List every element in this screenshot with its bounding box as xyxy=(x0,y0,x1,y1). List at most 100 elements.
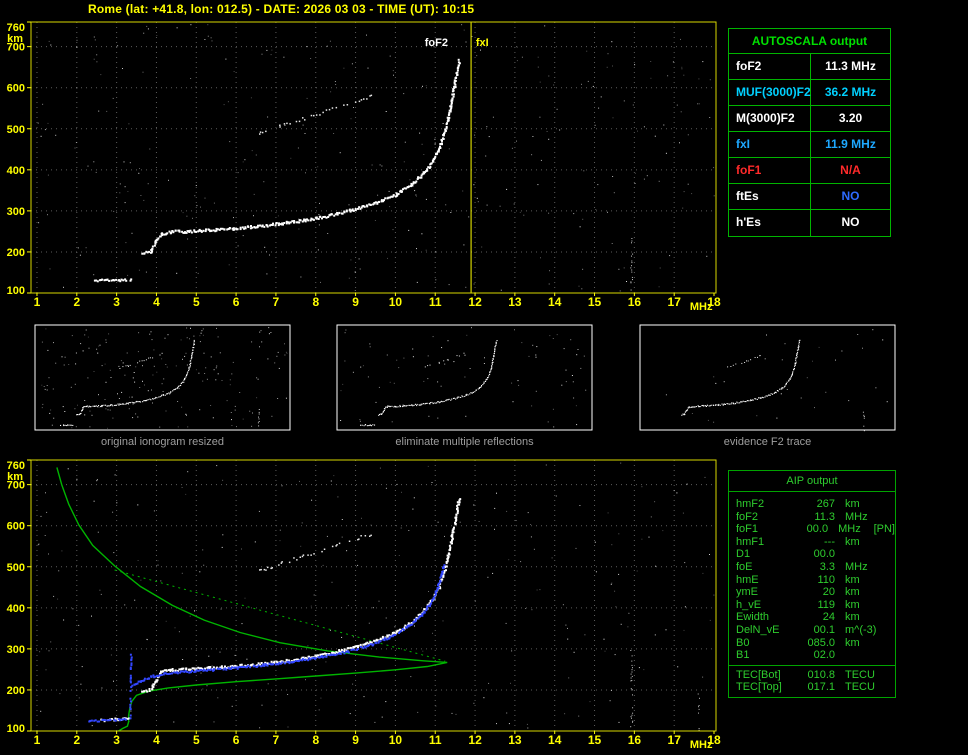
autoscala-table-rows: foF2 11.3 MHz MUF(3000)F2 36.2 MHz M(3000)F2… xyxy=(729,54,890,236)
thumb-cleaned-noise-dots xyxy=(340,327,587,428)
svg-text:12: 12 xyxy=(468,733,482,747)
aip-value: 110 xyxy=(817,573,835,586)
ionogram-top-es-cluster xyxy=(93,278,133,283)
aip-unit: MHz xyxy=(845,560,868,573)
autoscala-screen: { "header": { "title": "Rome (lat: +41.8… xyxy=(0,0,968,755)
aip-row-hmf2: hmF2 267 km xyxy=(736,498,895,511)
aip-row-b0: B0 085.0 km xyxy=(736,637,895,650)
svg-text:200: 200 xyxy=(7,247,25,259)
aip-label: TEC[Bot] xyxy=(736,668,781,681)
autoscala-row-ftes: ftEs NO xyxy=(729,184,890,210)
autoscala-parameter-label: ftEs xyxy=(729,184,811,209)
svg-text:4: 4 xyxy=(153,295,160,309)
svg-text:1: 1 xyxy=(34,295,41,309)
autoscala-parameter-value: NO xyxy=(841,215,860,229)
svg-text:8: 8 xyxy=(312,295,319,309)
aip-label: foF2 xyxy=(736,510,759,523)
aip-value: 24 xyxy=(822,611,835,624)
aip-row-tec-top: TEC[Top] 017.1 TECU xyxy=(736,681,895,694)
aip-label: Ewidth xyxy=(736,611,770,624)
ionogram-top: foF2 fxI1 2 3 4 5 6 7 8 9 10 11 12 13 14 15 16 17 18MHz760… xyxy=(7,21,721,313)
aip-unit: m^(-3) xyxy=(845,623,877,636)
svg-text:9: 9 xyxy=(352,733,359,747)
autoscala-output-table: AUTOSCALA output foF2 11.3 MHz MUF(3000)F2… xyxy=(728,28,891,237)
aip-row-tec-bot: TEC[Bot] 010.8 TECU xyxy=(736,669,895,682)
svg-text:1: 1 xyxy=(34,733,41,747)
autoscala-row-muf-3000-f2: MUF(3000)F2 36.2 MHz xyxy=(729,80,890,106)
svg-text:10: 10 xyxy=(389,733,403,747)
aip-value: --- xyxy=(824,535,835,548)
svg-text:11: 11 xyxy=(429,295,442,309)
svg-text:15: 15 xyxy=(588,295,602,309)
thumb-original-multiple-reflection xyxy=(119,352,163,369)
aip-row-fof1: foF1 00.0 MHz [PN] xyxy=(736,523,895,536)
svg-text:500: 500 xyxy=(7,562,25,574)
svg-text:17: 17 xyxy=(668,733,682,747)
thumb-cleaned-f2-trace xyxy=(378,340,498,416)
svg-text:2: 2 xyxy=(73,733,80,747)
ionogram-top-multiple-reflection xyxy=(259,94,373,135)
aip-output-table: AIP output hmF2 267 km foF2 11.3 MHz foF1 00.0 M… xyxy=(728,470,896,698)
thumb-evidence-multiple-reflection xyxy=(727,355,761,368)
svg-text:7: 7 xyxy=(273,733,280,747)
aip-row-fof2: foF2 11.3 MHz xyxy=(736,511,895,524)
thumb-evidence-noise-dots xyxy=(665,329,888,423)
aip-value: 00.0 xyxy=(813,548,835,561)
aip-unit xyxy=(835,548,881,561)
aip-value: 00.1 xyxy=(813,623,835,636)
autoscala-row-fof2: foF2 11.3 MHz xyxy=(729,54,890,80)
svg-text:5: 5 xyxy=(193,733,200,747)
aip-table-header: AIP output xyxy=(729,471,895,492)
aip-label: TEC[Top] xyxy=(736,681,782,694)
aip-unit: TECU xyxy=(845,668,875,681)
svg-text:100: 100 xyxy=(7,723,25,735)
aip-unit: km xyxy=(845,586,860,599)
svg-text:16: 16 xyxy=(628,733,642,747)
svg-text:17: 17 xyxy=(668,295,682,309)
svg-text:16: 16 xyxy=(628,295,642,309)
autoscala-parameter-label: M(3000)F2 xyxy=(729,106,811,131)
autoscala-parameter-value: NO xyxy=(841,189,860,203)
svg-text:200: 200 xyxy=(7,685,25,697)
ionogram-bottom-frame xyxy=(30,459,717,732)
svg-text:11: 11 xyxy=(429,733,442,747)
aip-label: foF1 xyxy=(736,523,759,536)
aip-label: hmF1 xyxy=(736,535,765,548)
aip-label: hmF2 xyxy=(736,498,765,510)
ionogram-top-interference-column xyxy=(630,238,634,291)
ionogram-bottom: 1 2 3 4 5 6 7 8 9 10 11 12 13 14 15 16 17 18MHz7607006005… xyxy=(7,459,721,751)
aip-unit: km xyxy=(845,535,860,548)
annotation-fxi: fxI xyxy=(476,37,489,49)
autoscala-parameter-value: 36.2 MHz xyxy=(824,85,877,99)
aip-value: 11.3 xyxy=(814,510,835,523)
x-axis-unit-label: MHz xyxy=(690,739,713,751)
thumbnail-caption-cleaned: eliminate multiple reflections xyxy=(395,436,534,448)
thumbnail-caption-original: original ionogram resized xyxy=(101,436,224,448)
ionogram-top-noise-dots xyxy=(36,24,715,292)
svg-text:12: 12 xyxy=(468,295,482,309)
thumbnail-caption-evidence: evidence F2 trace xyxy=(723,436,812,448)
svg-text:600: 600 xyxy=(7,83,25,95)
aip-row-ewidth: Ewidth 24 km xyxy=(736,611,895,624)
thumb-original-frame xyxy=(34,324,291,431)
autoscala-parameter-value: 11.9 MHz xyxy=(825,137,876,151)
aip-label: ymE xyxy=(736,586,758,599)
autoscala-parameter-value: 11.3 MHz xyxy=(825,59,876,73)
svg-text:300: 300 xyxy=(7,206,25,218)
aip-row-foe: foE 3.3 MHz xyxy=(736,561,895,574)
aip-note: [PN] xyxy=(873,523,895,536)
aip-unit: km xyxy=(845,636,860,649)
aip-label: DelN_vE xyxy=(736,623,780,636)
svg-text:10: 10 xyxy=(389,295,403,309)
ionogram-bottom-interference-column-2 xyxy=(697,693,700,731)
svg-text:8: 8 xyxy=(312,733,319,747)
svg-text:600: 600 xyxy=(7,521,25,533)
ionogram-bottom-axes: 1 2 3 4 5 6 7 8 9 10 11 12 13 14 15 16 17 18MHz7607006005… xyxy=(7,459,721,751)
aip-row-h-ve: h_vE 119 km xyxy=(736,599,895,612)
thumb-cleaned xyxy=(336,324,593,431)
aip-value: 119 xyxy=(817,598,835,611)
aip-row-d1: D1 00.0 xyxy=(736,548,895,561)
svg-text:2: 2 xyxy=(73,295,80,309)
aip-value: 010.8 xyxy=(807,668,835,681)
aip-value: 20 xyxy=(822,586,835,599)
